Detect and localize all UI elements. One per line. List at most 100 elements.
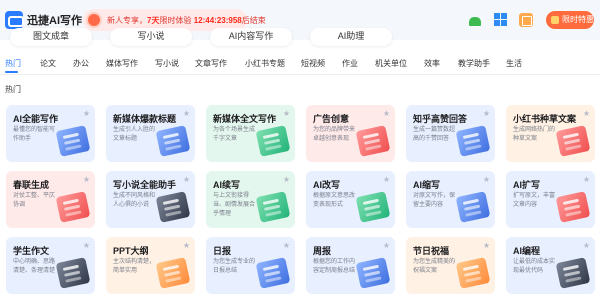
star-icon[interactable]: ★ [483,242,490,250]
card-title: 写小说全能助手 [113,180,177,190]
card-desc: 对仗工整、平仄协调 [13,193,56,208]
card-viral-titles[interactable]: 新媒体爆款标题 生成引人入胜的文章标题 ★ [106,105,195,162]
star-icon[interactable]: ★ [83,242,90,250]
card-xiaohongshu-copy[interactable]: 小红书种草文案 生成网络热门的种草文案 ★ [506,105,595,162]
card-title: 春联生成 [13,180,50,190]
card-ai-all-round-writing[interactable]: AI全能写作 最懂您的智能写作助手 ★ [6,105,95,162]
card-novel-assistant[interactable]: 写小说全能助手 生成不同风格和人心俱的小说 ★ [106,171,195,228]
mode-tab-ai-content[interactable]: AI内容写作 [210,28,292,46]
card-desc: 扩写原文，丰富文章内容 [513,193,556,208]
card-ai-continue[interactable]: AI续写 与上文衔接得当、剧情发展合乎情理 ★ [206,171,295,228]
card-title: 节日祝福 [413,246,450,256]
card-ppt-outline[interactable]: PPT大纲 主次结构清楚，简单实用 ★ [106,237,195,294]
card-desc: 生成一篇赞数超高的千赞回答 [413,127,456,142]
card-student-essay[interactable]: 学生作文 中心明确、思路清楚、条理清楚 ★ [6,237,95,294]
card-zhihu-answer[interactable]: 知乎高赞回答 生成一篇赞数超高的千赞回答 ★ [406,105,495,162]
star-icon[interactable]: ★ [583,176,590,184]
star-icon[interactable]: ★ [583,242,590,250]
card-desc: 对原文写作，保留主要内容 [413,193,456,208]
party-popper-icon [455,257,491,289]
category-tab-paper[interactable]: 论文 [40,58,56,69]
qa-icon [455,125,491,157]
card-daily-report[interactable]: 日报 为您生成专业的日报总结 ★ [206,237,295,294]
card-title: 广告创意 [313,114,350,124]
android-icon[interactable] [468,13,482,27]
edit-icon[interactable] [519,13,533,27]
card-weekly-report[interactable]: 周报 根据您的工作内容定制周报总结 ★ [306,237,395,294]
category-tab-xiaohongshu[interactable]: 小红书专题 [245,58,285,69]
card-title: 周报 [313,246,332,256]
section-title: 热门 [5,85,21,94]
star-icon[interactable]: ★ [283,110,290,118]
megaphone-icon [355,125,391,157]
star-icon[interactable]: ★ [83,110,90,118]
category-tab-efficiency[interactable]: 效率 [424,58,440,69]
star-icon[interactable]: ★ [283,242,290,250]
pie-chart-icon [155,257,191,289]
category-tab-government[interactable]: 机关单位 [375,58,407,69]
promo-suffix: 后结束 [241,16,266,25]
promo-countdown: 12:44:23:958 [193,16,242,25]
card-ai-abbreviate[interactable]: AI缩写 对原文写作，保留主要内容 ★ [406,171,495,228]
category-tab-novel[interactable]: 写小说 [155,58,179,69]
star-icon[interactable]: ★ [583,110,590,118]
star-icon[interactable]: ★ [483,176,490,184]
category-tab-office[interactable]: 办公 [73,58,89,69]
windows-icon[interactable] [494,13,508,27]
active-tab-underline [5,71,18,73]
star-icon[interactable]: ★ [183,176,190,184]
app-logo-icon [5,11,24,29]
card-desc: 为各个场景生成千字文章 [213,127,256,142]
daily-report-icon [255,257,291,289]
promo-middle: 限时体验 [159,16,194,25]
card-desc: 与上文衔接得当、剧情发展合乎情理 [213,193,256,217]
star-icon[interactable]: ★ [83,176,90,184]
card-title: 学生作文 [13,246,50,256]
card-desc: 为您的品牌带来卓越创意表现 [313,127,356,142]
card-full-article[interactable]: 新媒体全文写作 为各个场景生成千字文章 ★ [206,105,295,162]
card-holiday-greetings[interactable]: 节日祝福 为您生成精美的祝福文案 ★ [406,237,495,294]
expand-icon [555,191,591,223]
app-title: 迅捷AI写作 [27,15,82,27]
special-offer-button[interactable]: 限时特惠 [546,11,594,29]
category-tab-article[interactable]: 文章写作 [195,58,227,69]
card-desc: 让最低的成本实现最优代码 [513,259,556,274]
divider [0,74,600,75]
star-icon[interactable]: ★ [383,110,390,118]
card-desc: 根据原文意思改变表现形式 [313,193,356,208]
star-icon[interactable]: ★ [283,176,290,184]
star-icon[interactable]: ★ [183,242,190,250]
category-tab-hot[interactable]: 热门 [5,58,21,69]
alarm-clock-icon [86,12,102,28]
card-ai-rewrite[interactable]: AI改写 根据原文意思改变表现形式 ★ [306,171,395,228]
article-icon [255,125,291,157]
card-title: 新媒体爆款标题 [113,114,177,124]
mode-tab-novel[interactable]: 写小说 [110,28,192,46]
star-icon[interactable]: ★ [383,242,390,250]
card-title: 日报 [213,246,232,256]
card-ai-expand[interactable]: AI扩写 扩写原文，丰富文章内容 ★ [506,171,595,228]
card-title: AI编程 [513,246,541,256]
star-icon[interactable]: ★ [383,176,390,184]
category-tab-homework[interactable]: 作业 [342,58,358,69]
mode-tab-ai-assistant[interactable]: AI助理 [310,28,392,46]
category-tab-media[interactable]: 媒体写作 [106,58,138,69]
card-ai-programming[interactable]: AI编程 让最低的成本实现最优代码 ★ [506,237,595,294]
code-icon [555,257,591,289]
mode-tab-graphic-article[interactable]: 图文成章 [10,28,92,46]
card-desc: 为您生成专业的日报总结 [213,259,256,274]
card-title: AI续写 [213,180,241,190]
star-icon[interactable]: ★ [483,110,490,118]
card-desc: 生成不同风格和人心俱的小说 [113,193,156,208]
category-tab-short-video[interactable]: 短视频 [301,58,325,69]
star-icon[interactable]: ★ [183,110,190,118]
promo-prefix: 新人专享， [107,16,147,25]
card-spring-couplets[interactable]: 春联生成 对仗工整、平仄协调 ★ [6,171,95,228]
card-title: AI缩写 [413,180,441,190]
card-ad-creative[interactable]: 广告创意 为您的品牌带来卓越创意表现 ★ [306,105,395,162]
book-icon [155,191,191,223]
card-desc: 中心明确、思路清楚、条理清楚 [13,259,56,274]
category-tab-life[interactable]: 生活 [506,58,522,69]
category-tabs: 热门 论文 办公 媒体写作 写小说 文章写作 小红书专题 短视频 作业 机关单位… [0,56,600,74]
category-tab-teaching[interactable]: 教学助手 [458,58,490,69]
